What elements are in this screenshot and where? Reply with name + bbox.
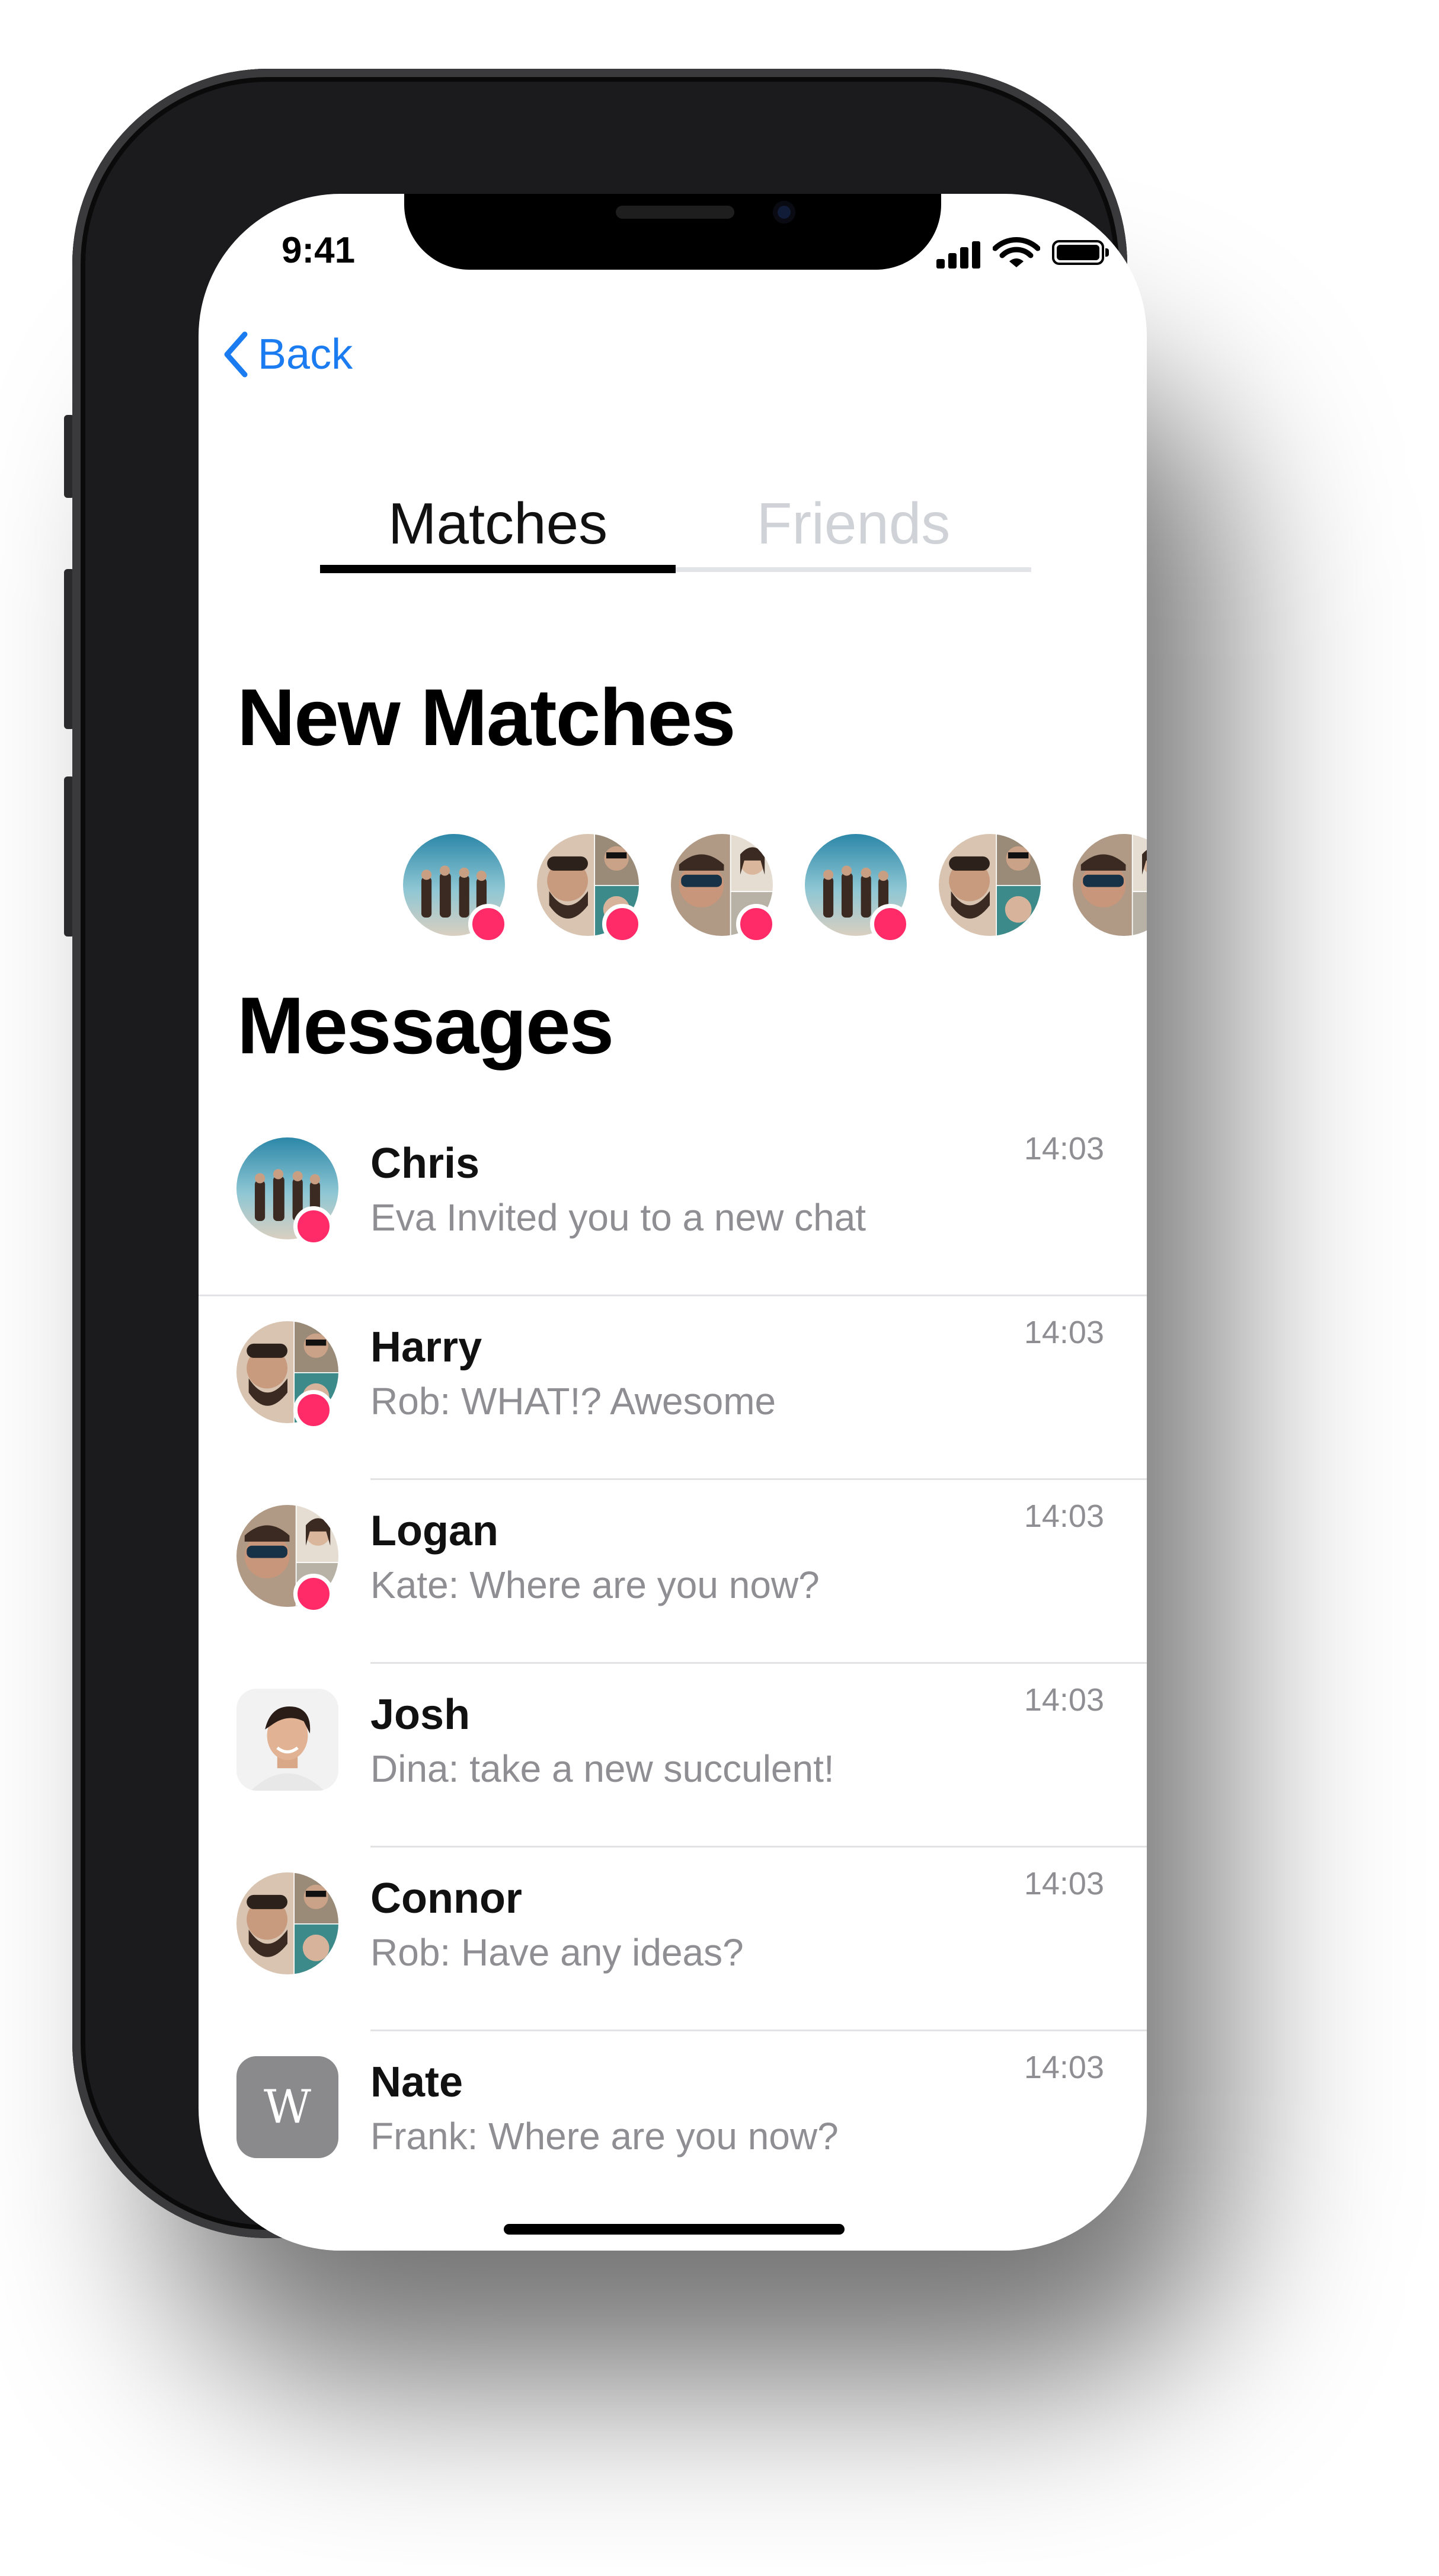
notch — [404, 194, 941, 270]
contact-name: Logan — [370, 1507, 498, 1555]
unread-dot — [736, 904, 776, 944]
message-preview: Eva Invited you to a new chat — [370, 1196, 866, 1239]
message-time: 14:03 — [1024, 1131, 1104, 1166]
tab-matches[interactable]: Matches — [320, 490, 676, 557]
message-row[interactable]: Connor Rob: Have any ideas? 14:03 — [199, 1848, 1147, 2031]
message-time: 14:03 — [1024, 1498, 1104, 1534]
chevron-left-icon — [224, 331, 248, 378]
new-match-item[interactable] — [671, 834, 789, 947]
cellular-signal-icon — [936, 239, 984, 269]
message-time: 14:03 — [1024, 1315, 1104, 1350]
unread-dot — [870, 904, 910, 944]
message-row[interactable]: Chris Eva Invited you to a new chat 14:03 — [199, 1113, 1147, 1296]
contact-name: Harry — [370, 1324, 482, 1371]
wifi-icon — [993, 237, 1040, 267]
earpiece-speaker — [616, 206, 734, 219]
message-preview: Dina: take a new succulent! — [370, 1747, 834, 1790]
back-label: Back — [258, 331, 353, 378]
tab-friends[interactable]: Friends — [676, 490, 1031, 557]
new-match-item[interactable] — [403, 834, 522, 947]
message-row[interactable]: Harry Rob: WHAT!? Awesome 14:03 — [199, 1296, 1147, 1480]
message-row[interactable]: Logan Kate: Where are you now? 14:03 — [199, 1480, 1147, 1664]
contact-avatar — [236, 1689, 338, 1791]
message-row[interactable]: Josh Dina: take a new succulent! 14:03 — [199, 1664, 1147, 1848]
back-button[interactable]: Back — [222, 330, 353, 379]
new-match-item[interactable] — [939, 834, 1057, 947]
tab-active-indicator — [320, 565, 676, 573]
new-match-avatar — [939, 834, 1041, 936]
contact-name: Chris — [370, 1140, 480, 1187]
new-match-item[interactable] — [537, 834, 655, 947]
phone-screen: 9:41 Back Matches Friends New Matches Me… — [199, 194, 1147, 2251]
new-match-item[interactable] — [805, 834, 923, 947]
unread-dot — [293, 1206, 334, 1247]
phone-frame: 9:41 Back Matches Friends New Matches Me… — [72, 69, 1147, 2251]
status-time: 9:41 — [282, 230, 356, 271]
home-indicator[interactable] — [504, 2224, 845, 2235]
new-matches-heading: New Matches — [237, 672, 736, 762]
message-preview: Frank: Where are you now? — [370, 2115, 839, 2158]
front-camera-icon — [773, 201, 795, 223]
message-preview: Rob: WHAT!? Awesome — [370, 1380, 776, 1423]
battery-icon — [1052, 240, 1109, 265]
w-logo-avatar: W — [236, 2056, 338, 2158]
contact-name: Connor — [370, 1875, 522, 1922]
segmented-tabs: Matches Friends — [320, 490, 1031, 576]
contact-name: Nate — [370, 2059, 463, 2106]
new-matches-carousel — [403, 834, 1147, 947]
message-preview: Kate: Where are you now? — [370, 1564, 820, 1606]
status-icons — [936, 235, 1114, 271]
unread-dot — [293, 1574, 334, 1614]
contact-avatar — [236, 1872, 338, 1974]
message-time: 14:03 — [1024, 1866, 1104, 1901]
new-match-item[interactable] — [1073, 834, 1147, 947]
message-time: 14:03 — [1024, 2050, 1104, 2085]
unread-dot — [293, 1390, 334, 1430]
message-time: 14:03 — [1024, 1682, 1104, 1718]
contact-name: Josh — [370, 1691, 471, 1738]
tab-track — [676, 567, 1031, 572]
unread-dot — [468, 904, 509, 944]
unread-dot — [602, 904, 642, 944]
new-match-avatar — [1073, 834, 1147, 936]
message-row[interactable]: W Nate Frank: Where are you now? 14:03 — [199, 2031, 1147, 2215]
messages-heading: Messages — [237, 980, 614, 1070]
message-preview: Rob: Have any ideas? — [370, 1931, 744, 1974]
